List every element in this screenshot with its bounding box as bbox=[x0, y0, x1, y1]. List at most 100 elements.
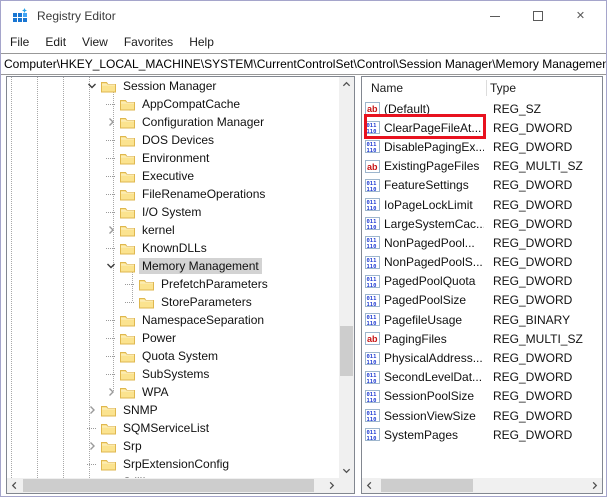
column-divider[interactable] bbox=[486, 80, 487, 96]
folder-icon bbox=[139, 296, 154, 309]
value-row-iopagelocklimit[interactable]: 011110IoPageLockLimitREG_DWORD bbox=[362, 195, 602, 214]
value-row-nonpagedpool[interactable]: 011110NonPagedPool...REG_DWORD bbox=[362, 233, 602, 252]
value-row-pagefileusage[interactable]: 011110PagefileUsageREG_BINARY bbox=[362, 310, 602, 329]
tree-item-label: Srp bbox=[120, 438, 145, 454]
value-row-pagingfiles[interactable]: abPagingFilesREG_MULTI_SZ bbox=[362, 329, 602, 348]
tree-item-label: Power bbox=[139, 330, 179, 346]
folder-icon bbox=[120, 242, 135, 255]
chevron-right-icon[interactable] bbox=[106, 221, 120, 239]
tree-item-label: NamespaceSeparation bbox=[139, 312, 267, 328]
tree-item-environment[interactable]: Environment bbox=[7, 149, 339, 167]
value-row-existingpagefiles[interactable]: abExistingPageFilesREG_MULTI_SZ bbox=[362, 157, 602, 176]
tree-item-executive[interactable]: Executive bbox=[7, 167, 339, 185]
value-row-largesystemcac[interactable]: 011110LargeSystemCac...REG_DWORD bbox=[362, 214, 602, 233]
tree-item-knowndlls[interactable]: KnownDLLs bbox=[7, 239, 339, 257]
value-type: REG_DWORD bbox=[493, 293, 572, 307]
value-row-featuresettings[interactable]: 011110FeatureSettingsREG_DWORD bbox=[362, 176, 602, 195]
tree-item-storeparameters[interactable]: StoreParameters bbox=[7, 293, 339, 311]
value-row-sessionpoolsize[interactable]: 011110SessionPoolSizeREG_DWORD bbox=[362, 387, 602, 406]
window-title: Registry Editor bbox=[37, 9, 116, 23]
scroll-right-icon[interactable] bbox=[587, 478, 602, 493]
folder-icon bbox=[120, 368, 135, 381]
value-row-disablepagingex[interactable]: 011110DisablePagingEx...REG_DWORD bbox=[362, 137, 602, 156]
value-type: REG_DWORD bbox=[493, 274, 572, 288]
tree-item-namespaceseparation[interactable]: NamespaceSeparation bbox=[7, 311, 339, 329]
tree-item-kernel[interactable]: kernel bbox=[7, 221, 339, 239]
svg-text:110: 110 bbox=[367, 206, 377, 211]
tree-item-memory-management[interactable]: Memory Management bbox=[7, 257, 339, 275]
registry-editor-window: Registry Editor ✕ FileEditViewFavoritesH… bbox=[0, 0, 607, 497]
value-row-clearpagefileat[interactable]: 011110ClearPageFileAt...REG_DWORD bbox=[362, 118, 602, 137]
value-row-secondleveldat[interactable]: 011110SecondLevelDat...REG_DWORD bbox=[362, 368, 602, 387]
tree-item-wpa[interactable]: WPA bbox=[7, 383, 339, 401]
maximize-button[interactable] bbox=[516, 1, 559, 31]
scroll-left-icon[interactable] bbox=[362, 478, 377, 493]
tree-item-dos-devices[interactable]: DOS Devices bbox=[7, 131, 339, 149]
registry-editor-app-icon bbox=[12, 8, 28, 24]
tree-item-label: SQMServiceList bbox=[120, 420, 212, 436]
tree-item-prefetchparameters[interactable]: PrefetchParameters bbox=[7, 275, 339, 293]
address-bar[interactable]: Computer\HKEY_LOCAL_MACHINE\SYSTEM\Curre… bbox=[1, 53, 606, 75]
tree-item-power[interactable]: Power bbox=[7, 329, 339, 347]
value-row-sessionviewsize[interactable]: 011110SessionViewSizeREG_DWORD bbox=[362, 406, 602, 425]
tree-item-label: WPA bbox=[139, 384, 171, 400]
tree-item-session-manager[interactable]: Session Manager bbox=[7, 77, 339, 95]
tree-item-label: Quota System bbox=[139, 348, 221, 364]
tree-item-label: I/O System bbox=[139, 204, 204, 220]
tree-item-configuration-manager[interactable]: Configuration Manager bbox=[7, 113, 339, 131]
svg-text:110: 110 bbox=[367, 244, 377, 249]
value-name: FeatureSettings bbox=[384, 178, 484, 192]
value-row-systempages[interactable]: 011110SystemPagesREG_DWORD bbox=[362, 425, 602, 444]
scroll-up-icon[interactable] bbox=[339, 77, 354, 92]
tree-item-srpextensionconfig[interactable]: SrpExtensionConfig bbox=[7, 455, 339, 473]
tree-vertical-scrollbar[interactable] bbox=[339, 77, 354, 478]
value-row-nonpagedpools[interactable]: 011110NonPagedPoolS... REG_DWORD bbox=[362, 253, 602, 272]
menu-help[interactable]: Help bbox=[181, 35, 222, 49]
chevron-down-icon[interactable] bbox=[87, 77, 101, 95]
svg-text:110: 110 bbox=[367, 187, 377, 192]
menu-favorites[interactable]: Favorites bbox=[116, 35, 181, 49]
menu-file[interactable]: File bbox=[2, 35, 37, 49]
value-row-default[interactable]: ab(Default)REG_SZ bbox=[362, 99, 602, 118]
dword-value-icon: 011110 bbox=[365, 256, 384, 269]
tree-item-appcompatcache[interactable]: AppCompatCache bbox=[7, 95, 339, 113]
tree-item-i-o-system[interactable]: I/O System bbox=[7, 203, 339, 221]
tree-vertical-scroll-thumb[interactable] bbox=[340, 326, 353, 376]
chevron-right-icon[interactable] bbox=[106, 383, 120, 401]
column-header-name[interactable]: Name bbox=[362, 81, 403, 95]
menu-edit[interactable]: Edit bbox=[37, 35, 74, 49]
tree-item-quota-system[interactable]: Quota System bbox=[7, 347, 339, 365]
value-name: PagedPoolSize bbox=[384, 293, 484, 307]
tree-item-filerenameoperations[interactable]: FileRenameOperations bbox=[7, 185, 339, 203]
minimize-button[interactable] bbox=[473, 1, 516, 31]
folder-icon bbox=[120, 206, 135, 219]
tree-item-sqmservicelist[interactable]: SQMServiceList bbox=[7, 419, 339, 437]
tree-item-srp[interactable]: Srp bbox=[7, 437, 339, 455]
chevron-right-icon[interactable] bbox=[106, 113, 120, 131]
scroll-down-icon[interactable] bbox=[339, 463, 354, 478]
scroll-right-icon[interactable] bbox=[324, 478, 339, 493]
value-row-physicaladdress[interactable]: 011110PhysicalAddress...REG_DWORD bbox=[362, 348, 602, 367]
chevron-down-icon[interactable] bbox=[106, 257, 120, 275]
values-horizontal-scrollbar[interactable] bbox=[362, 478, 602, 493]
close-button[interactable]: ✕ bbox=[559, 1, 602, 31]
values-horizontal-scroll-thumb[interactable] bbox=[381, 479, 473, 492]
value-type: REG_DWORD bbox=[493, 255, 572, 269]
dword-value-icon: 011110 bbox=[365, 275, 384, 288]
chevron-right-icon[interactable] bbox=[87, 437, 101, 455]
svg-text:110: 110 bbox=[367, 436, 377, 441]
value-row-pagedpoolsize[interactable]: 011110PagedPoolSizeREG_DWORD bbox=[362, 291, 602, 310]
chevron-right-icon[interactable] bbox=[87, 401, 101, 419]
scroll-left-icon[interactable] bbox=[7, 478, 22, 493]
tree-item-subsystems[interactable]: SubSystems bbox=[7, 365, 339, 383]
value-row-pagedpoolquota[interactable]: 011110PagedPoolQuotaREG_DWORD bbox=[362, 272, 602, 291]
menu-view[interactable]: View bbox=[74, 35, 116, 49]
column-header-type[interactable]: Type bbox=[490, 81, 516, 95]
folder-icon bbox=[120, 188, 135, 201]
dword-value-icon: 011110 bbox=[365, 121, 384, 134]
tree-horizontal-scrollbar[interactable] bbox=[7, 478, 339, 493]
tree-item-label: Environment bbox=[139, 150, 212, 166]
tree-item-snmp[interactable]: SNMP bbox=[7, 401, 339, 419]
value-name: NonPagedPoolS... bbox=[384, 255, 484, 269]
tree-horizontal-scroll-thumb[interactable] bbox=[23, 479, 314, 492]
